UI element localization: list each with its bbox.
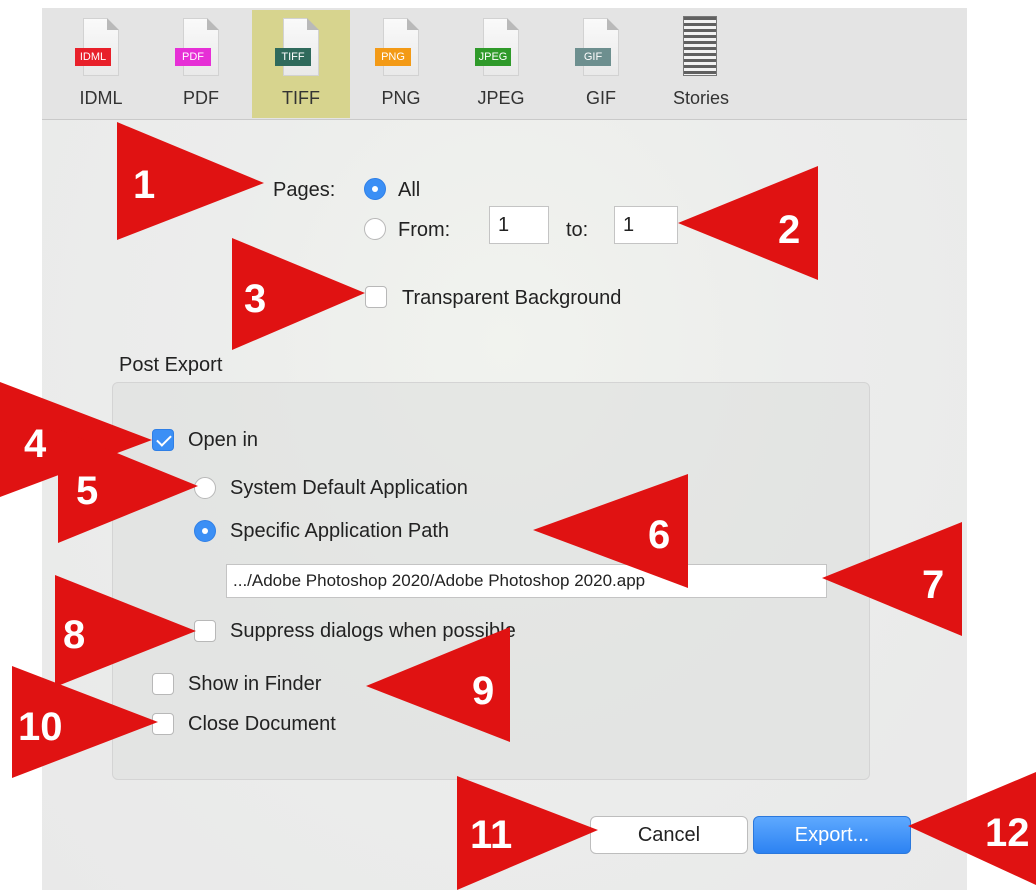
post-export-title: Post Export (119, 354, 223, 376)
export-button[interactable]: Export... (753, 816, 911, 854)
pages-from-label: From: (398, 219, 451, 241)
pages-all-radio[interactable] (364, 178, 386, 200)
tiff-tag: TIFF (275, 48, 311, 66)
idml-file-icon (83, 18, 119, 76)
pages-to-field[interactable]: 1 (614, 206, 678, 244)
pages-label: Pages: (273, 179, 336, 201)
transparent-background-checkbox[interactable] (365, 286, 387, 308)
open-in-checkbox[interactable] (152, 429, 174, 451)
format-png-tab[interactable]: PNG PNG (352, 10, 450, 118)
svg-text:12: 12 (985, 811, 1030, 855)
pdf-file-icon (183, 18, 219, 76)
close-document-checkbox[interactable] (152, 713, 174, 735)
format-tiff-tab[interactable]: TIFF TIFF (252, 10, 350, 118)
png-tag: PNG (375, 48, 411, 66)
format-gif-tab[interactable]: GIF GIF (552, 10, 650, 118)
gif-file-icon (583, 18, 619, 76)
specific-path-label: Specific Application Path (230, 520, 450, 542)
pages-from-radio[interactable] (364, 218, 386, 240)
pages-from-field[interactable]: 1 (489, 206, 549, 244)
format-idml-tab[interactable]: IDML IDML (52, 10, 150, 118)
show-in-finder-checkbox[interactable] (152, 673, 174, 695)
pages-to-label: to: (566, 219, 589, 241)
format-idml-label: IDML (79, 88, 123, 108)
pdf-tag: PDF (175, 48, 211, 66)
format-stories-tab[interactable]: Stories (652, 10, 750, 118)
open-in-label: Open in (188, 429, 259, 451)
system-default-radio[interactable] (194, 477, 216, 499)
jpeg-tag: JPEG (475, 48, 511, 66)
tiff-file-icon (283, 18, 319, 76)
specific-path-radio[interactable] (194, 520, 216, 542)
jpeg-file-icon (483, 18, 519, 76)
gif-tag: GIF (575, 48, 611, 66)
format-jpeg-label: JPEG (477, 88, 525, 108)
format-gif-label: GIF (586, 88, 616, 108)
format-tiff-label: TIFF (282, 88, 320, 108)
format-pdf-label: PDF (183, 88, 219, 108)
pages-all-label: All (398, 179, 421, 201)
suppress-dialogs-checkbox[interactable] (194, 620, 216, 642)
suppress-dialogs-label: Suppress dialogs when possible (230, 620, 516, 642)
stories-text-icon (683, 16, 717, 76)
system-default-label: System Default Application (230, 477, 468, 499)
export-dialog: IDML IDML PDF PDF TIFF TIFF PNG PNG JPEG… (42, 8, 967, 890)
format-pdf-tab[interactable]: PDF PDF (152, 10, 250, 118)
application-path-field[interactable]: .../Adobe Photoshop 2020/Adobe Photoshop… (226, 564, 827, 598)
idml-tag: IDML (75, 48, 111, 66)
format-jpeg-tab[interactable]: JPEG JPEG (452, 10, 550, 118)
format-toolbar: IDML IDML PDF PDF TIFF TIFF PNG PNG JPEG… (42, 8, 967, 120)
png-file-icon (383, 18, 419, 76)
show-in-finder-label: Show in Finder (188, 673, 322, 695)
cancel-button[interactable]: Cancel (590, 816, 748, 854)
transparent-background-label: Transparent Background (402, 287, 622, 309)
format-png-label: PNG (381, 88, 421, 108)
close-document-label: Close Document (188, 713, 336, 735)
format-stories-label: Stories (672, 88, 730, 108)
